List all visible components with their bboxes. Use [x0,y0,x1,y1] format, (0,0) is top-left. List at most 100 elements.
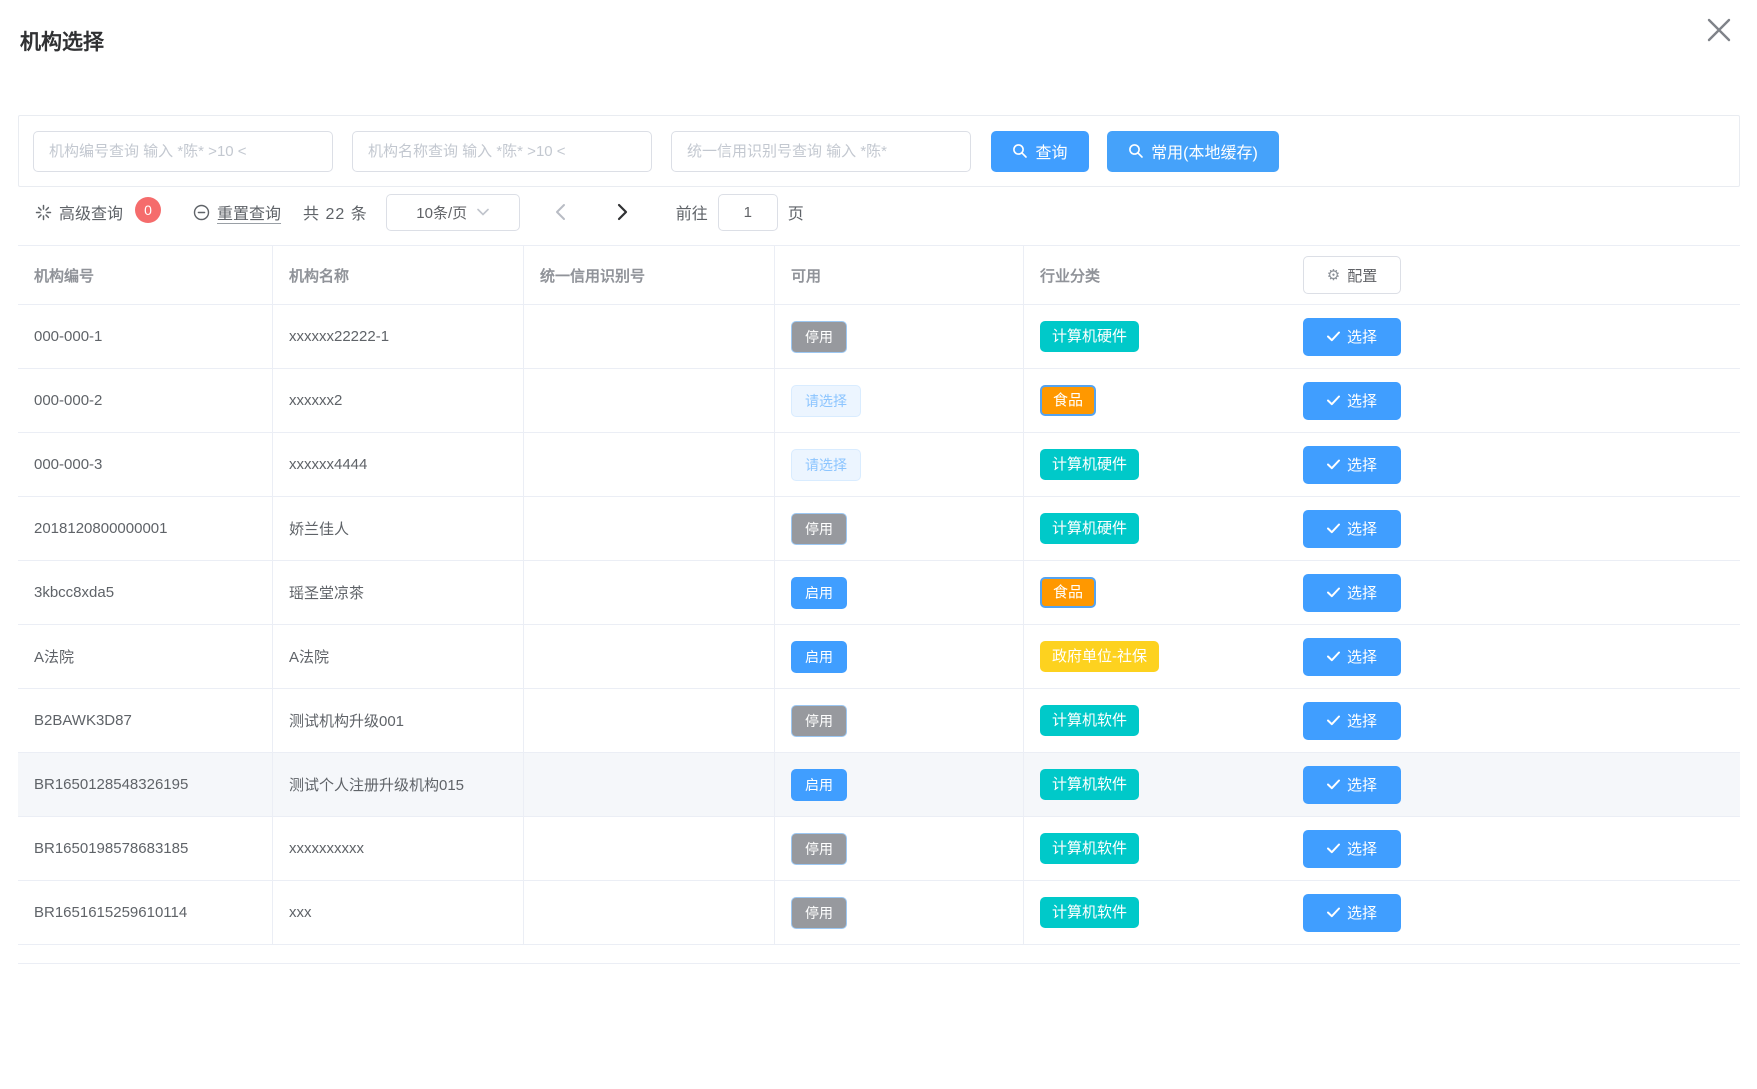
industry-cell: 食品 [1024,369,1288,432]
org-name-cell: 测试个人注册升级机构015 [273,753,524,816]
industry-badge: 计算机硬件 [1040,513,1139,544]
config-button-label: 配置 [1347,265,1377,286]
check-icon [1327,651,1340,662]
table-row: A法院 A法院 启用 政府单位-社保 选择 [18,625,1740,689]
credit-code-cell [524,881,775,944]
actions-cell: 选择 [1288,753,1740,816]
config-button[interactable]: ⚙ 配置 [1303,256,1401,294]
prev-page-button[interactable] [550,201,572,223]
actions-cell: 选择 [1288,561,1740,624]
available-cell: 停用 [775,305,1024,368]
industry-cell: 食品 [1024,561,1288,624]
favorites-button[interactable]: 常用(本地缓存) [1107,131,1279,172]
advanced-search-button[interactable]: 高级查询 0 [35,199,161,225]
goto-page-input[interactable] [718,194,778,231]
check-icon [1327,587,1340,598]
org-code-cell: 3kbcc8xda5 [18,561,273,624]
circle-minus-icon [193,204,210,221]
table-body: 000-000-1 xxxxxx22222-1 停用 计算机硬件 选择 000-… [18,305,1740,945]
next-page-button[interactable] [612,201,634,223]
select-button-label: 选择 [1347,838,1377,859]
status-badge[interactable]: 启用 [791,577,847,609]
status-badge[interactable]: 请选择 [791,449,861,481]
credit-code-cell [524,305,775,368]
industry-cell: 计算机硬件 [1024,497,1288,560]
org-name-cell: 测试机构升级001 [273,689,524,752]
select-button[interactable]: 选择 [1303,766,1401,804]
org-name-cell: xxxxxx22222-1 [273,305,524,368]
credit-code-cell [524,625,775,688]
select-button[interactable]: 选择 [1303,446,1401,484]
table-row: BR1651615259610114 xxx 停用 计算机软件 选择 [18,881,1740,945]
check-icon [1327,715,1340,726]
goto-page: 前往 页 [676,194,804,231]
industry-cell: 计算机软件 [1024,689,1288,752]
select-button-label: 选择 [1347,902,1377,923]
available-cell: 启用 [775,625,1024,688]
industry-cell: 计算机软件 [1024,817,1288,880]
select-button[interactable]: 选择 [1303,574,1401,612]
org-name-cell: xxxxxx4444 [273,433,524,496]
table-row: 000-000-1 xxxxxx22222-1 停用 计算机硬件 选择 [18,305,1740,369]
header-org-code: 机构编号 [18,246,273,304]
check-icon [1327,523,1340,534]
credit-code-input[interactable] [671,131,971,172]
header-industry: 行业分类 [1024,246,1288,304]
select-button-label: 选择 [1347,518,1377,539]
select-button[interactable]: 选择 [1303,702,1401,740]
status-badge[interactable]: 启用 [791,769,847,801]
available-cell: 请选择 [775,433,1024,496]
table-toolbar: 高级查询 0 重置查询 共 22 条 10条/页 前往 [18,193,1740,231]
favorites-button-label: 常用(本地缓存) [1151,139,1258,163]
available-cell: 启用 [775,561,1024,624]
table-row: BR1650198578683185 xxxxxxxxxx 停用 计算机软件 选… [18,817,1740,881]
select-button[interactable]: 选择 [1303,510,1401,548]
org-code-cell: B2BAWK3D87 [18,689,273,752]
org-code-cell: BR1651615259610114 [18,881,273,944]
org-table: 机构编号 机构名称 统一信用识别号 可用 行业分类 ⚙ 配置 000-000-1… [18,245,1740,964]
reset-search-button[interactable]: 重置查询 [193,200,281,224]
table-footer-divider [18,945,1740,964]
goto-label: 前往 [676,200,708,224]
industry-cell: 计算机硬件 [1024,305,1288,368]
select-button-label: 选择 [1347,390,1377,411]
table-row: BR1650128548326195 测试个人注册升级机构015 启用 计算机软… [18,753,1740,817]
org-code-cell: 2018120800000001 [18,497,273,560]
org-name-input[interactable] [352,131,652,172]
table-header-row: 机构编号 机构名称 统一信用识别号 可用 行业分类 ⚙ 配置 [18,245,1740,305]
header-credit-code: 统一信用识别号 [524,246,775,304]
status-badge[interactable]: 停用 [791,833,847,865]
org-code-input[interactable] [33,131,333,172]
select-button[interactable]: 选择 [1303,318,1401,356]
industry-badge: 计算机软件 [1040,833,1139,864]
select-button-label: 选择 [1347,326,1377,347]
actions-cell: 选择 [1288,433,1740,496]
sparkle-icon [35,204,52,221]
actions-cell: 选择 [1288,881,1740,944]
status-badge[interactable]: 启用 [791,641,847,673]
org-code-cell: BR1650128548326195 [18,753,273,816]
available-cell: 停用 [775,689,1024,752]
select-button[interactable]: 选择 [1303,638,1401,676]
actions-cell: 选择 [1288,689,1740,752]
page-size-value: 10条/页 [416,202,467,223]
page-size-select[interactable]: 10条/页 [386,194,520,231]
search-button[interactable]: 查询 [991,131,1089,172]
check-icon [1327,459,1340,470]
header-available: 可用 [775,246,1024,304]
actions-cell: 选择 [1288,305,1740,368]
credit-code-cell [524,689,775,752]
status-badge[interactable]: 停用 [791,897,847,929]
check-icon [1327,779,1340,790]
status-badge[interactable]: 请选择 [791,385,861,417]
select-button[interactable]: 选择 [1303,382,1401,420]
available-cell: 请选择 [775,369,1024,432]
status-badge[interactable]: 停用 [791,321,847,353]
select-button[interactable]: 选择 [1303,894,1401,932]
actions-cell: 选择 [1288,369,1740,432]
close-icon[interactable] [1701,12,1737,48]
status-badge[interactable]: 停用 [791,705,847,737]
industry-badge: 食品 [1040,577,1096,608]
select-button[interactable]: 选择 [1303,830,1401,868]
status-badge[interactable]: 停用 [791,513,847,545]
